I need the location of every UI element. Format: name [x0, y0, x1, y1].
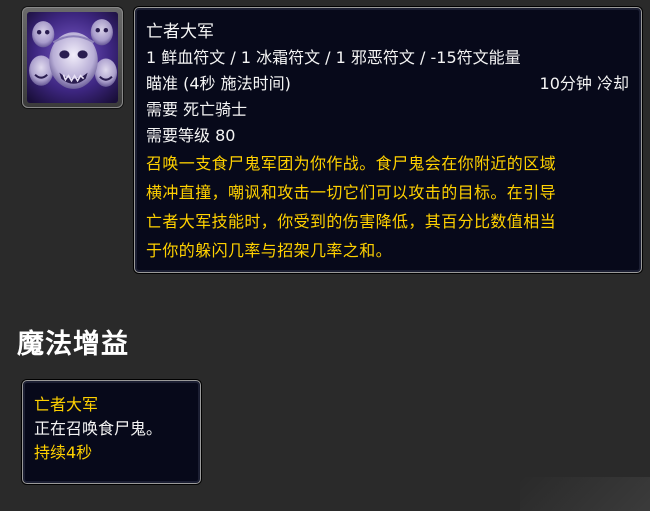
- spell-icon-frame[interactable]: [22, 7, 123, 108]
- spell-requires-level: 需要等级 80: [146, 126, 236, 145]
- spell-description-line: 于你的躲闪几率与招架几率之和。: [146, 241, 393, 260]
- buff-duration: 持续4秒: [34, 443, 93, 462]
- spell-cost: 1 鲜血符文 / 1 冰霜符文 / 1 邪恶符文 / -15符文能量: [146, 48, 521, 67]
- buff-name: 亡者大军: [34, 395, 99, 414]
- spell-description-line: 横冲直撞，嘲讽和攻击一切它们可以攻击的目标。在引导: [146, 183, 557, 202]
- spell-name: 亡者大军: [146, 22, 214, 42]
- spell-cast-row: 瞄准 (4秒 施法时间) 10分钟 冷却: [146, 71, 629, 97]
- spell-cooldown: 10分钟 冷却: [539, 74, 629, 93]
- spell-description-line: 召唤一支食尸鬼军团为你作战。食尸鬼会在你附近的区域: [146, 154, 557, 173]
- watermark: [520, 477, 650, 511]
- buff-description: 正在召唤食尸鬼。: [34, 419, 163, 438]
- spell-description-line: 亡者大军技能时，你受到的伤害降低，其百分比数值相当: [146, 212, 557, 231]
- spell-tooltip: 亡者大军 1 鲜血符文 / 1 冰霜符文 / 1 邪恶符文 / -15符文能量 …: [134, 7, 642, 273]
- spell-cast-time: 瞄准 (4秒 施法时间): [146, 74, 291, 93]
- buffs-section-title: 魔法增益: [17, 329, 129, 360]
- spell-requires-class: 需要 死亡骑士: [146, 100, 248, 119]
- army-of-the-dead-icon: [27, 12, 118, 103]
- buff-tooltip[interactable]: 亡者大军 正在召唤食尸鬼。 持续4秒: [22, 380, 201, 484]
- spell-description: 召唤一支食尸鬼军团为你作战。食尸鬼会在你附近的区域 横冲直撞，嘲讽和攻击一切它们…: [146, 149, 629, 265]
